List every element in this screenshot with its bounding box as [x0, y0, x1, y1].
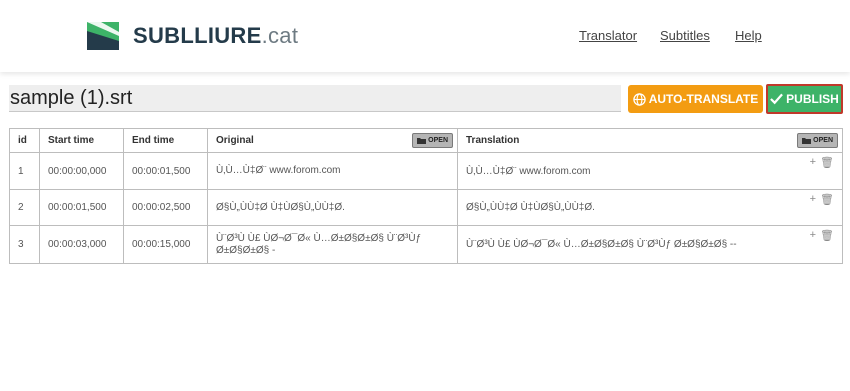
cell-original: Ù‚Ù…Ù‡Ø¨ www.forom.com — [207, 152, 458, 190]
publish-button[interactable]: PUBLISH — [766, 84, 843, 114]
subtitle-table: id Start time End time Original OPEN Tra… — [9, 128, 843, 264]
cell-start-time[interactable]: 00:00:03,000 — [39, 225, 124, 264]
header-start-time: Start time — [39, 128, 124, 153]
logo[interactable]: SUBLLIURE.cat — [87, 22, 298, 50]
table-row[interactable]: 1 00:00:00,000 00:00:01,500 Ù‚Ù…Ù‡Ø¨ www… — [9, 152, 843, 190]
auto-translate-label: AUTO-TRANSLATE — [648, 92, 759, 106]
row-actions: + 🗑︎ — [810, 193, 834, 206]
translation-text[interactable]: Ø§Ù„ÙÙ‡Ø Ù‡ÙØ§Ù„ÙÙ‡Ø. — [466, 202, 595, 213]
translation-text[interactable]: Ù‚Ù…Ù‡Ø¨ www.forom.com — [466, 166, 590, 177]
header-translation: Translation OPEN — [457, 128, 843, 153]
header-original-label: Original — [216, 135, 254, 146]
open-original-button[interactable]: OPEN — [412, 133, 453, 148]
plus-icon[interactable]: + — [810, 156, 816, 169]
header-id: id — [9, 128, 40, 153]
cell-end-time[interactable]: 00:00:15,000 — [123, 225, 208, 264]
cell-start-time[interactable]: 00:00:00,000 — [39, 152, 124, 190]
table-header-row: id Start time End time Original OPEN Tra… — [9, 128, 843, 153]
cell-original: Ø§Ù„ÙÙ‡Ø Ù‡ÙØ§Ù„ÙÙ‡Ø. — [207, 189, 458, 226]
cell-id: 2 — [9, 189, 40, 226]
open-translation-label: OPEN — [813, 137, 833, 144]
plus-icon[interactable]: + — [810, 229, 816, 242]
top-header: SUBLLIURE.cat Translator Subtitles Help — [0, 0, 850, 72]
cell-translation[interactable]: Ù¨Ø³Ù Ù£ ÙØ¬Ø¯Ø« Ù…Ø±Ø§Ø±Ø§ Ù¨Ø³Ùƒ Ø±Ø§Ø… — [457, 225, 843, 264]
cell-end-time[interactable]: 00:00:02,500 — [123, 189, 208, 226]
plus-icon[interactable]: + — [810, 193, 816, 206]
nav-translator[interactable]: Translator — [579, 28, 637, 43]
cell-translation[interactable]: Ù‚Ù…Ù‡Ø¨ www.forom.com + 🗑︎ — [457, 152, 843, 190]
cell-id: 3 — [9, 225, 40, 264]
translation-text[interactable]: Ù¨Ø³Ù Ù£ ÙØ¬Ø¯Ø« Ù…Ø±Ø§Ø±Ø§ Ù¨Ø³Ùƒ Ø±Ø§Ø… — [466, 239, 737, 250]
table-row[interactable]: 2 00:00:01,500 00:00:02,500 Ø§Ù„ÙÙ‡Ø Ù‡Ù… — [9, 189, 843, 226]
cell-id: 1 — [9, 152, 40, 190]
header-original: Original OPEN — [207, 128, 458, 153]
nav-help[interactable]: Help — [735, 28, 762, 43]
cell-start-time[interactable]: 00:00:01,500 — [39, 189, 124, 226]
nav-subtitles[interactable]: Subtitles — [660, 28, 710, 43]
original-text: Ø§Ù„ÙÙ‡Ø Ù‡ÙØ§Ù„ÙÙ‡Ø. — [216, 201, 345, 213]
cell-translation[interactable]: Ø§Ù„ÙÙ‡Ø Ù‡ÙØ§Ù„ÙÙ‡Ø. + 🗑︎ — [457, 189, 843, 226]
open-translation-button[interactable]: OPEN — [797, 133, 838, 148]
original-text: Ù¨Ø³Ù Ù£ ÙØ¬Ø¯Ø« Ù…Ø±Ø§Ø±Ø§ Ù¨Ø³Ùƒ Ø±Ø§Ø… — [216, 232, 422, 256]
logo-mark-icon — [87, 22, 119, 50]
row-actions: + 🗑︎ — [810, 156, 834, 169]
cell-end-time[interactable]: 00:00:01,500 — [123, 152, 208, 190]
original-text: Ù‚Ù…Ù‡Ø¨ www.forom.com — [216, 165, 341, 176]
globe-icon — [632, 92, 646, 106]
trash-icon[interactable]: 🗑︎ — [820, 156, 834, 169]
open-original-label: OPEN — [428, 137, 448, 144]
check-icon — [770, 93, 784, 105]
table-row[interactable]: 3 00:00:03,000 00:00:15,000 Ù¨Ø³Ù Ù£ ÙØ¬… — [9, 225, 843, 264]
trash-icon[interactable]: 🗑︎ — [820, 229, 834, 242]
logo-text: SUBLLIURE.cat — [133, 22, 298, 50]
cell-original: Ù¨Ø³Ù Ù£ ÙØ¬Ø¯Ø« Ù…Ø±Ø§Ø±Ø§ Ù¨Ø³Ùƒ Ø±Ø§Ø… — [207, 225, 458, 264]
row-actions: + 🗑︎ — [810, 229, 834, 242]
header-end-time: End time — [123, 128, 208, 153]
header-translation-label: Translation — [466, 135, 520, 146]
folder-icon — [417, 137, 427, 144]
trash-icon[interactable]: 🗑︎ — [820, 193, 834, 206]
filename-input[interactable] — [9, 85, 621, 112]
brand-name: SUBLLIURE — [133, 23, 262, 48]
auto-translate-button[interactable]: AUTO-TRANSLATE — [628, 85, 763, 113]
folder-icon — [802, 137, 812, 144]
brand-tld: .cat — [261, 23, 299, 48]
publish-label: PUBLISH — [786, 92, 839, 106]
